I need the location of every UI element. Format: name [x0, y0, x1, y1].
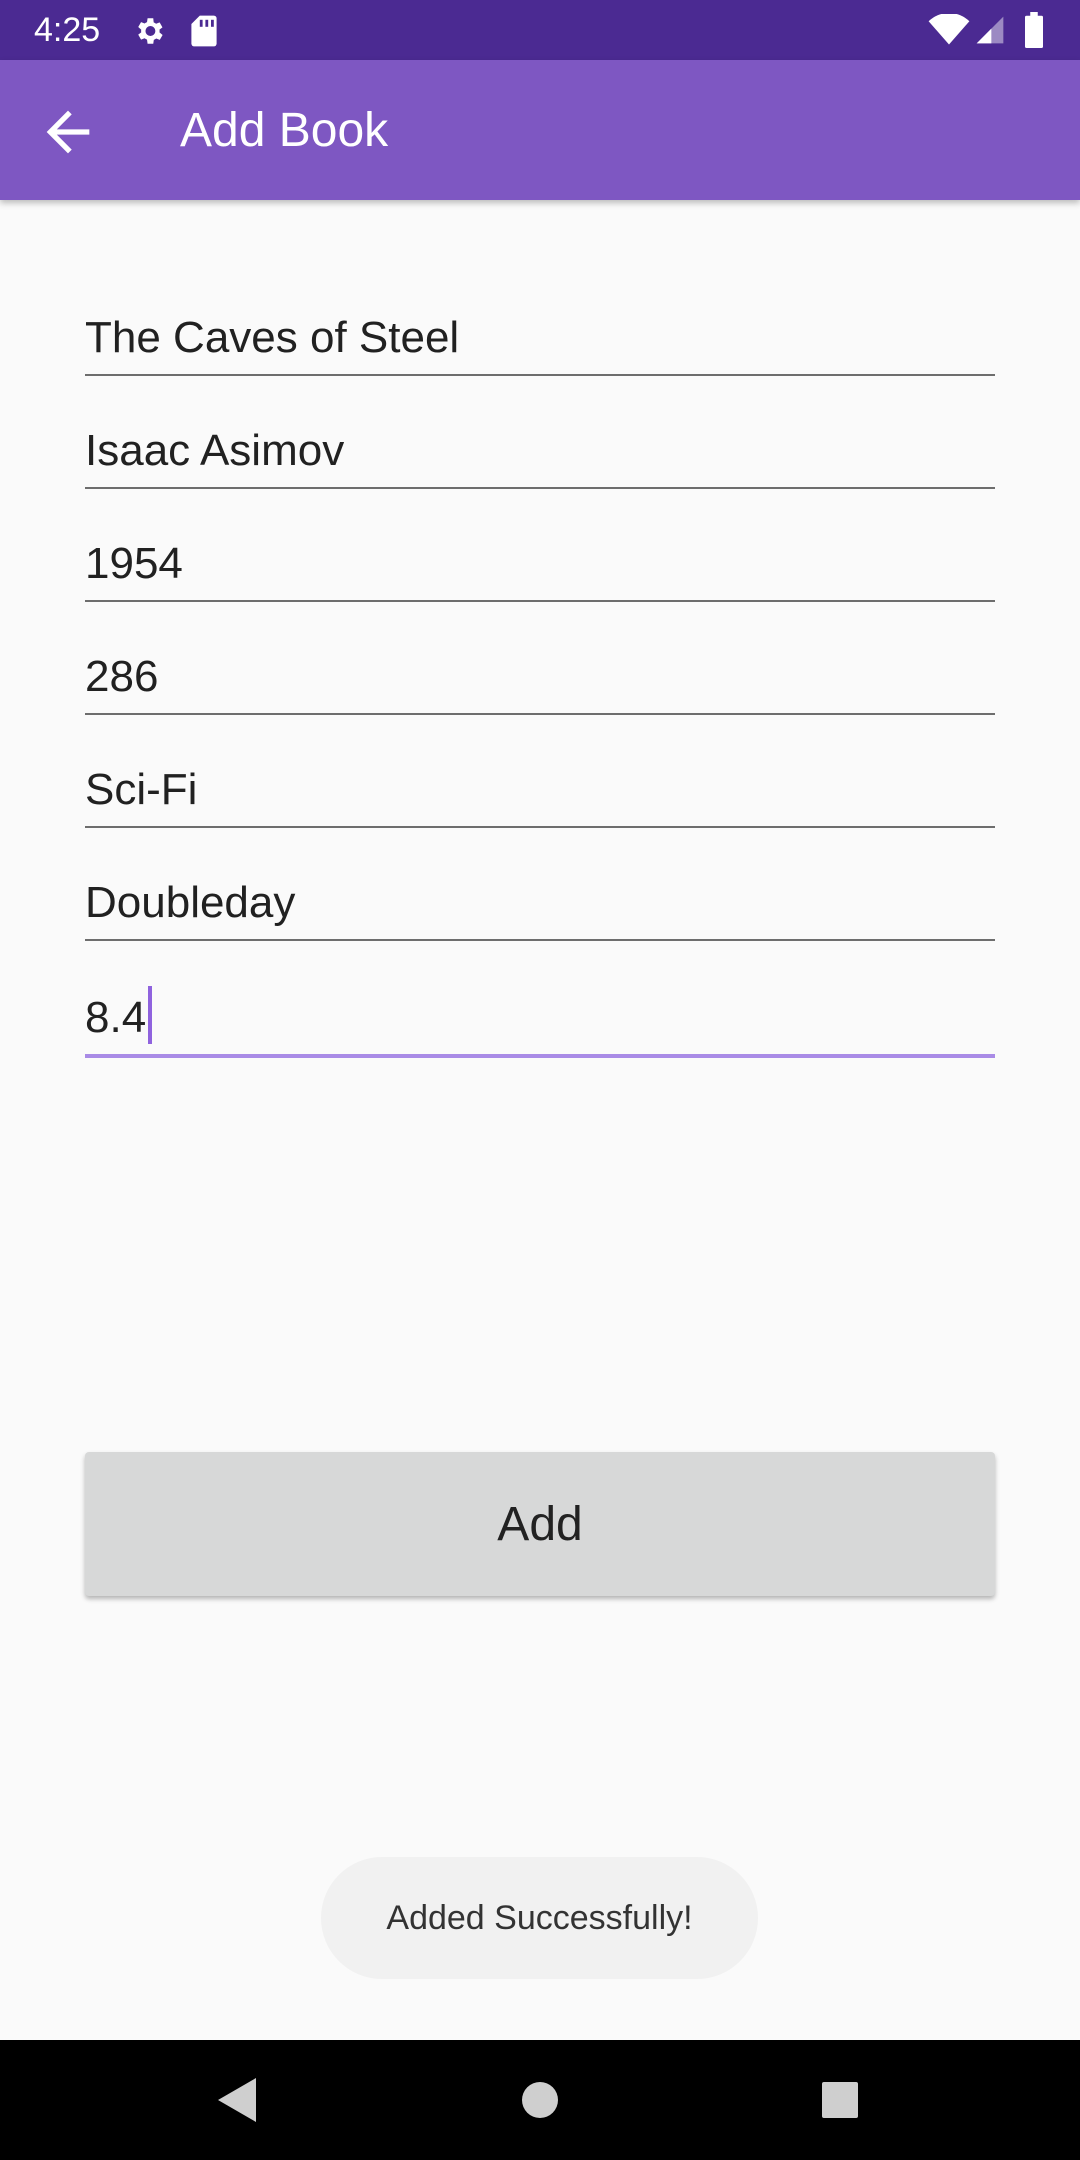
- pages-field[interactable]: 286: [85, 603, 995, 715]
- sd-card-icon: [191, 15, 217, 47]
- field-value: 8.4: [85, 993, 147, 1042]
- toast-message: Added Successfully!: [321, 1857, 758, 1979]
- nav-recents-icon[interactable]: [822, 2082, 858, 2118]
- battery-icon: [1025, 12, 1043, 48]
- arrow-back-icon[interactable]: [36, 100, 100, 164]
- year-field[interactable]: 1954: [85, 490, 995, 602]
- title-field[interactable]: The Caves of Steel: [85, 264, 995, 376]
- gear-icon: [138, 18, 163, 44]
- field-value: 1954: [85, 539, 183, 588]
- field-value: Doubleday: [85, 878, 296, 927]
- field-value: 286: [85, 652, 159, 701]
- field-value: Isaac Asimov: [85, 426, 345, 475]
- rating-field[interactable]: 8.4: [85, 946, 995, 1058]
- genre-field[interactable]: Sci-Fi: [85, 716, 995, 828]
- author-field[interactable]: Isaac Asimov: [85, 377, 995, 489]
- field-value: Sci-Fi: [85, 765, 198, 814]
- nav-back-icon[interactable]: [218, 2078, 256, 2122]
- publisher-field[interactable]: Doubleday: [85, 829, 995, 941]
- signal-icon: [976, 16, 1004, 44]
- wifi-icon: [928, 14, 970, 45]
- page-title: Add Book: [180, 104, 389, 157]
- text-cursor: [148, 986, 153, 1044]
- status-bar: 4:25: [0, 0, 1080, 60]
- field-value: The Caves of Steel: [85, 313, 460, 362]
- status-time: 4:25: [34, 11, 101, 49]
- app-bar: Add Book: [0, 60, 1080, 200]
- navigation-bar: [0, 2040, 1080, 2160]
- nav-home-icon[interactable]: [522, 2082, 558, 2118]
- add-button[interactable]: Add: [85, 1452, 995, 1596]
